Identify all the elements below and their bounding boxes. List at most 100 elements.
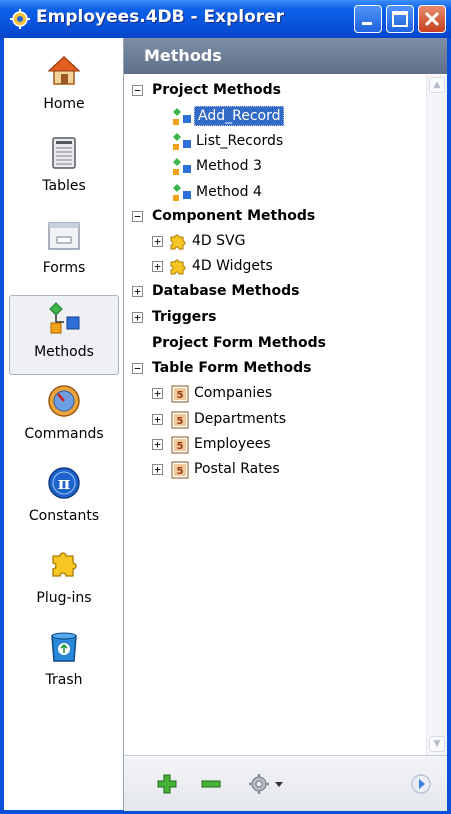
title-bar[interactable]: Employees.4DB - Explorer bbox=[0, 0, 451, 38]
play-icon[interactable] bbox=[410, 773, 432, 795]
methods-panel: Methods − Project Methods Add_Record Lis… bbox=[124, 38, 447, 811]
app-gear-icon bbox=[10, 9, 30, 29]
commands-icon bbox=[48, 385, 80, 417]
close-button[interactable] bbox=[418, 5, 446, 33]
tree-item-label: Companies bbox=[194, 385, 273, 401]
expand-icon[interactable]: + bbox=[152, 236, 163, 247]
nav-label: Commands bbox=[24, 426, 104, 442]
tree-node-project-form-methods[interactable]: Project Form Methods bbox=[124, 332, 424, 356]
plugin-icon bbox=[170, 234, 186, 250]
plugin-icon bbox=[170, 259, 186, 275]
tree-item-label: Departments bbox=[194, 411, 287, 427]
nav-label: Constants bbox=[28, 508, 100, 524]
tree-item-label: Employees bbox=[194, 436, 271, 452]
nav-item-constants[interactable]: π Constants bbox=[9, 460, 119, 540]
collapse-icon[interactable]: − bbox=[132, 363, 143, 374]
nav-item-plugins[interactable]: Plug-ins bbox=[9, 542, 119, 622]
tree-item-method-3[interactable]: Method 3 bbox=[124, 155, 424, 179]
plugins-icon bbox=[52, 552, 77, 577]
tree-item-employees[interactable]: + 5 Employees bbox=[124, 433, 424, 457]
maximize-button[interactable] bbox=[386, 5, 414, 33]
nav-item-tables[interactable]: Tables bbox=[9, 130, 119, 210]
table-form-icon: 5 bbox=[171, 411, 189, 429]
tree-node-label: Triggers bbox=[152, 309, 217, 325]
tree-node-project-methods[interactable]: − Project Methods bbox=[124, 79, 424, 103]
expand-icon[interactable]: + bbox=[152, 464, 163, 475]
method-icon bbox=[173, 158, 191, 175]
expand-icon[interactable]: + bbox=[132, 286, 143, 297]
tree-item-label: 4D SVG bbox=[192, 233, 246, 249]
tree-node-label: Project Methods bbox=[152, 82, 282, 98]
tree-item-departments[interactable]: + 5 Departments bbox=[124, 408, 424, 432]
explorer-window: Employees.4DB - Explorer Home Tables For… bbox=[0, 0, 451, 814]
close-icon bbox=[424, 11, 440, 27]
tree-item-method-4[interactable]: Method 4 bbox=[124, 181, 424, 205]
tree-node-database-methods[interactable]: + Database Methods bbox=[124, 280, 424, 304]
table-form-icon: 5 bbox=[171, 436, 189, 454]
tree-item-label: 4D Widgets bbox=[192, 258, 273, 274]
tree-item-label: Postal Rates bbox=[194, 461, 280, 477]
tree-item-companies[interactable]: + 5 Companies bbox=[124, 382, 424, 406]
explorer-nav: Home Tables Forms Methods Commands π Con… bbox=[4, 38, 124, 810]
nav-item-commands[interactable]: Commands bbox=[9, 378, 119, 458]
panel-title: Methods bbox=[124, 38, 447, 74]
expand-icon[interactable]: + bbox=[152, 261, 163, 272]
tree-item-4d-widgets[interactable]: + 4D Widgets bbox=[124, 255, 424, 279]
tree-node-label: Component Methods bbox=[152, 208, 316, 224]
nav-item-forms[interactable]: Forms bbox=[9, 212, 119, 292]
tree-node-label: Project Form Methods bbox=[152, 335, 326, 351]
forms-icon bbox=[48, 222, 80, 250]
window-title: Employees.4DB - Explorer bbox=[36, 7, 285, 27]
methods-tree[interactable]: − Project Methods Add_Record List_Record… bbox=[124, 75, 426, 755]
scroll-up-icon[interactable]: ▲ bbox=[429, 77, 445, 93]
chevron-down-icon[interactable] bbox=[273, 773, 285, 795]
expand-icon[interactable]: + bbox=[132, 312, 143, 323]
nav-item-home[interactable]: Home bbox=[9, 48, 119, 128]
nav-item-trash[interactable]: Trash bbox=[9, 624, 119, 704]
maximize-icon bbox=[392, 11, 408, 27]
nav-label: Methods bbox=[34, 344, 94, 360]
method-icon bbox=[173, 133, 191, 150]
tree-node-triggers[interactable]: + Triggers bbox=[124, 306, 424, 330]
tables-icon bbox=[52, 137, 76, 169]
svg-text:5: 5 bbox=[177, 466, 184, 477]
tree-item-4d-svg[interactable]: + 4D SVG bbox=[124, 230, 424, 254]
collapse-icon[interactable]: − bbox=[132, 211, 143, 222]
tree-item-list-records[interactable]: List_Records bbox=[124, 130, 424, 154]
minimize-button[interactable] bbox=[354, 5, 382, 33]
nav-label: Plug-ins bbox=[36, 590, 92, 606]
svg-text:5: 5 bbox=[177, 416, 184, 427]
nav-label: Home bbox=[43, 96, 85, 112]
expand-icon[interactable]: + bbox=[152, 388, 163, 399]
expand-icon[interactable]: + bbox=[152, 414, 163, 425]
vertical-scrollbar[interactable]: ▲ ▼ bbox=[426, 75, 447, 755]
tree-node-label: Table Form Methods bbox=[152, 360, 312, 376]
methods-icon bbox=[49, 302, 80, 334]
constants-icon: π bbox=[48, 467, 80, 499]
nav-label: Trash bbox=[45, 672, 83, 688]
tree-node-component-methods[interactable]: − Component Methods bbox=[124, 205, 424, 229]
bottom-toolbar bbox=[124, 755, 447, 811]
add-icon[interactable] bbox=[156, 773, 178, 795]
svg-text:5: 5 bbox=[177, 390, 184, 401]
scroll-down-icon[interactable]: ▼ bbox=[429, 736, 445, 752]
expand-icon[interactable]: + bbox=[152, 439, 163, 450]
remove-icon[interactable] bbox=[200, 773, 222, 795]
tree-item-label: List_Records bbox=[196, 133, 284, 149]
table-form-icon: 5 bbox=[171, 385, 189, 403]
collapse-icon[interactable]: − bbox=[132, 85, 143, 96]
svg-text:π: π bbox=[58, 474, 70, 494]
trash-icon bbox=[51, 632, 77, 662]
tree-item-postal-rates[interactable]: + 5 Postal Rates bbox=[124, 458, 424, 482]
home-icon bbox=[47, 55, 81, 85]
method-icon bbox=[173, 184, 191, 201]
gear-icon[interactable] bbox=[248, 773, 270, 795]
nav-item-methods[interactable]: Methods bbox=[9, 295, 119, 375]
table-form-icon: 5 bbox=[171, 461, 189, 479]
tree-node-table-form-methods[interactable]: − Table Form Methods bbox=[124, 357, 424, 381]
tree-item-label: Method 4 bbox=[196, 184, 262, 200]
tree-item-add-record[interactable]: Add_Record bbox=[124, 105, 424, 129]
tree-node-label: Database Methods bbox=[152, 283, 300, 299]
svg-text:5: 5 bbox=[177, 441, 184, 452]
nav-label: Tables bbox=[42, 178, 86, 194]
